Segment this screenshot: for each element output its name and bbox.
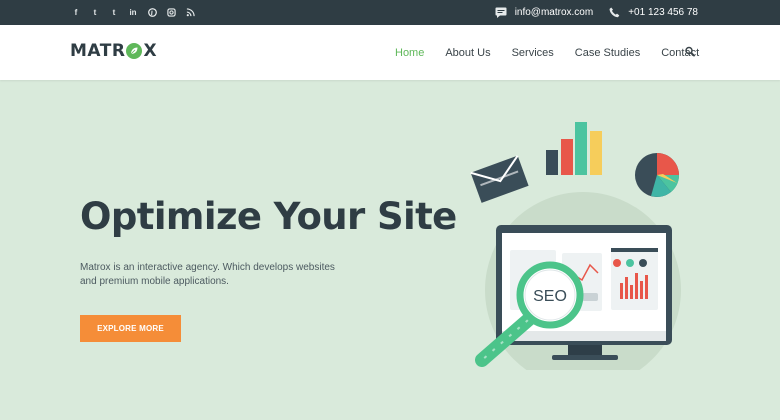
- main-menu: Home About Us Services Case Studies Cont…: [395, 25, 720, 80]
- logo-text-left: MATR: [70, 41, 126, 61]
- logo[interactable]: MATR X: [70, 41, 157, 61]
- hero-title: Optimize Your Site: [80, 195, 457, 238]
- hero-description: Matrox is an interactive agency. Which d…: [80, 262, 335, 287]
- phone-text: +01 123 456 78: [628, 7, 698, 18]
- main-navbar: MATR X Home About Us Services Case Studi…: [0, 25, 780, 80]
- social-links: f t t in: [70, 0, 196, 25]
- pinterest-icon[interactable]: [146, 7, 158, 19]
- nav-services[interactable]: Services: [512, 47, 554, 59]
- nav-home[interactable]: Home: [395, 47, 424, 59]
- twitter-icon[interactable]: t: [89, 7, 101, 19]
- logo-text-right: X: [143, 41, 158, 61]
- facebook-icon[interactable]: f: [70, 7, 82, 19]
- phone-icon: [609, 7, 620, 18]
- contact-info: info@matrox.com +01 123 456 78: [495, 0, 698, 25]
- instagram-icon[interactable]: [165, 7, 177, 19]
- linkedin-icon[interactable]: in: [127, 7, 139, 19]
- seo-label: SEO: [533, 288, 567, 305]
- email-text: info@matrox.com: [514, 7, 594, 18]
- bar-chart-icon: [546, 122, 602, 175]
- nav-about-us[interactable]: About Us: [445, 47, 490, 59]
- phone-contact[interactable]: +01 123 456 78: [609, 7, 698, 18]
- chat-icon: [495, 7, 507, 18]
- rss-icon[interactable]: [184, 7, 196, 19]
- nav-case-studies[interactable]: Case Studies: [575, 47, 640, 59]
- explore-more-button[interactable]: EXPLORE MORE: [80, 315, 181, 342]
- envelope-icon: [470, 155, 529, 203]
- seo-illustration: SEO: [470, 122, 681, 370]
- tumblr-icon[interactable]: t: [108, 7, 120, 19]
- leaf-icon: [126, 43, 143, 59]
- top-bar: f t t in info@matrox.com +01 123 456 78: [0, 0, 780, 25]
- email-contact[interactable]: info@matrox.com: [495, 7, 594, 18]
- search-icon[interactable]: [684, 45, 696, 59]
- pie-chart-icon: [635, 153, 679, 197]
